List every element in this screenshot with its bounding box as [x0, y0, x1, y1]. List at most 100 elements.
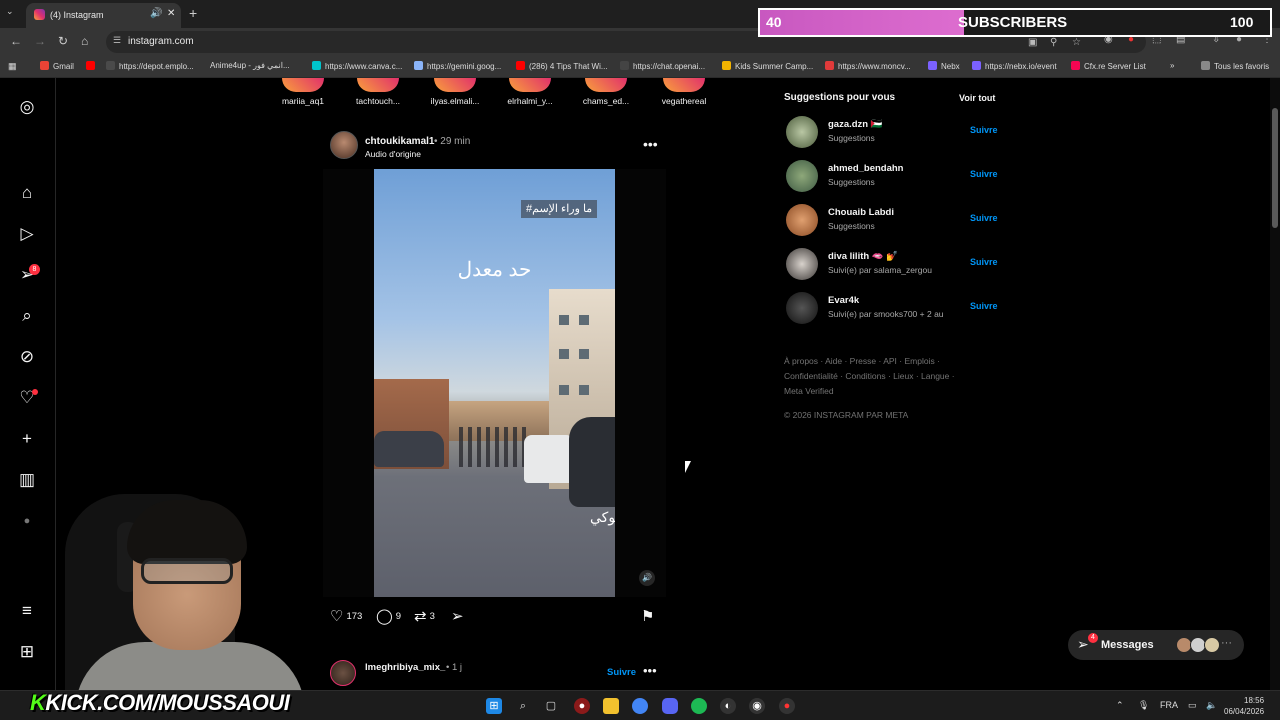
new-tab-icon[interactable]: + [189, 5, 197, 21]
messages-button[interactable]: ➢ 4 Messages ··· [1068, 630, 1244, 660]
chrome-icon[interactable] [632, 698, 648, 714]
file-explorer-icon[interactable] [603, 698, 619, 714]
task-view-icon[interactable]: ▢ [543, 698, 559, 714]
instagram-logo-icon[interactable]: ◎ [16, 96, 38, 118]
also-from-meta-icon[interactable]: ⊞ [16, 641, 38, 663]
site-info-icon[interactable]: ☰ [113, 35, 121, 46]
suggestion-username[interactable]: Evar4k [828, 295, 859, 306]
save-button[interactable]: ⚑ [641, 607, 657, 625]
create-icon[interactable]: + [16, 428, 38, 450]
bookmark-nebx[interactable]: Nebx [928, 61, 960, 71]
more-menu-icon[interactable]: ≡ [16, 600, 38, 622]
follow-button[interactable]: Suivre [970, 257, 998, 267]
bookmark-gmail[interactable]: Gmail [40, 61, 74, 71]
post-author-avatar[interactable] [330, 131, 358, 159]
follow-button[interactable]: Suivre [970, 169, 998, 179]
discord-icon[interactable] [662, 698, 678, 714]
windows-start-icon[interactable]: ⊞ [486, 698, 502, 714]
bookmark-gemini[interactable]: https://gemini.goog... [414, 61, 501, 71]
profile-avatar[interactable]: ● [16, 510, 38, 532]
repost-button[interactable]: ⇄ 3 [414, 607, 435, 625]
suggestion-username[interactable]: ahmed_bendahn [828, 163, 904, 174]
system-clock[interactable]: 18:56 06/04/2026 [1224, 695, 1264, 717]
dashboard-icon[interactable]: ▥ [16, 469, 38, 491]
comment-button[interactable]: ◯ 9 [376, 607, 401, 625]
browser-tab[interactable]: (4) Instagram 🔊 ✕ [26, 3, 181, 28]
suggestion-username[interactable]: gaza.dzn 🇵🇸 [828, 119, 883, 130]
taskbar-search-icon[interactable]: ⌕ [515, 698, 531, 714]
story-item[interactable]: elrhalmi_y... [491, 78, 569, 106]
story-item[interactable]: mariia_aq1 [264, 78, 342, 106]
footer-links[interactable]: À propos · Aide · Presse · API · Emplois… [784, 354, 974, 399]
follow-button[interactable]: Suivre [970, 213, 998, 223]
follow-button[interactable]: Suivre [970, 301, 998, 311]
network-icon[interactable]: ▭ [1188, 700, 1197, 711]
see-all-link[interactable]: Voir tout [959, 93, 995, 103]
bookmark-chatgpt[interactable]: https://chat.openai... [620, 61, 705, 71]
share-button[interactable]: ➢ [451, 607, 467, 625]
spotify-icon[interactable] [691, 698, 707, 714]
suggestion-username[interactable]: diva lilith 🫦 💅 [828, 251, 898, 262]
suggestion-avatar[interactable] [786, 204, 818, 236]
bookmark-youtube[interactable] [86, 61, 99, 71]
post-media[interactable]: #ما وراء الإسم حد معدل توكي 🔊 [323, 169, 666, 597]
reels-icon[interactable]: ▷ [16, 223, 38, 245]
page-scrollbar[interactable] [1270, 78, 1280, 690]
next-post-username[interactable]: lmeghribiya_mix_ [365, 662, 445, 673]
bookmark-anime4up[interactable]: Anime4up - انمي فور... [210, 61, 290, 70]
bookmark-cfx[interactable]: Cfx.re Server List [1071, 61, 1146, 71]
zoom-icon[interactable]: ⚲ [1050, 37, 1057, 48]
follow-button[interactable]: Suivre [970, 125, 998, 135]
story-item[interactable]: ilyas.elmali... [416, 78, 494, 106]
home-icon[interactable]: ⌂ [81, 34, 88, 48]
post-timestamp[interactable]: • 29 min [434, 136, 470, 147]
story-item[interactable]: chams_ed... [567, 78, 645, 106]
tray-overflow-icon[interactable]: ⌃ [1116, 700, 1124, 711]
app-icon[interactable]: ● [779, 698, 795, 714]
tab-audio-icon[interactable]: 🔊 [150, 8, 162, 19]
github-icon[interactable]: ◐ [720, 698, 736, 714]
post-more-options-icon[interactable]: ••• [643, 136, 658, 152]
suggestion-avatar[interactable] [786, 160, 818, 192]
suggestion-avatar[interactable] [786, 116, 818, 148]
forward-icon[interactable]: → [34, 34, 46, 48]
bookmark-moncv[interactable]: https://www.moncv... [825, 61, 911, 71]
search-icon[interactable]: ⌕ [16, 305, 38, 327]
apps-grid-icon[interactable]: ▦ [8, 61, 17, 72]
obs-icon[interactable]: ◉ [749, 698, 765, 714]
microphone-icon[interactable]: 🎙 [1138, 700, 1149, 711]
close-tab-icon[interactable]: ✕ [167, 8, 175, 19]
post-more-options-icon[interactable]: ••• [643, 663, 657, 678]
bookmark-kids-camp[interactable]: Kids Summer Camp... [722, 61, 813, 71]
language-indicator[interactable]: FRA [1160, 700, 1178, 710]
bookmark-canva[interactable]: https://www.canva.c... [312, 61, 402, 71]
back-icon[interactable]: ← [10, 34, 22, 48]
story-item[interactable]: vegathereal [645, 78, 723, 106]
reload-icon[interactable]: ↻ [58, 34, 68, 48]
suggestion-avatar[interactable] [786, 248, 818, 280]
tab-search-icon[interactable]: ⌄ [6, 6, 14, 17]
suggestion-username[interactable]: Chouaib Labdi [828, 207, 894, 218]
volume-icon[interactable]: 🔈 [1206, 700, 1217, 711]
next-post-author-avatar[interactable] [330, 660, 356, 686]
post-author-username[interactable]: chtoukikamal1 [365, 136, 434, 147]
explore-icon[interactable]: ⊘ [16, 346, 38, 368]
bookmark-star-icon[interactable]: ☆ [1072, 37, 1081, 48]
audio-toggle-icon[interactable]: 🔊 [639, 570, 655, 586]
cast-icon[interactable]: ▣ [1028, 37, 1037, 48]
suggestion-avatar[interactable] [786, 292, 818, 324]
bookmark-youtube-video[interactable]: (286) 4 Tips That Wi... [516, 61, 608, 71]
bookmark-depot[interactable]: https://depot.emplo... [106, 61, 194, 71]
bookmarks-overflow-icon[interactable]: » [1170, 61, 1174, 70]
home-icon[interactable]: ⌂ [16, 182, 38, 204]
next-post-timestamp[interactable]: • 1 j [446, 662, 462, 673]
app-red-icon[interactable]: ● [574, 698, 590, 714]
like-button[interactable]: ♡ 173 [330, 607, 362, 625]
suggestions-title: Suggestions pour vous [784, 92, 896, 103]
post-audio-link[interactable]: Audio d'origine [365, 149, 421, 159]
all-bookmarks[interactable]: Tous les favoris [1201, 61, 1269, 71]
scrollbar-thumb[interactable] [1272, 108, 1278, 228]
bookmark-nebx-event[interactable]: https://nebx.io/event [972, 61, 1057, 71]
follow-button[interactable]: Suivre [607, 667, 636, 678]
story-item[interactable]: tachtouch... [339, 78, 417, 106]
